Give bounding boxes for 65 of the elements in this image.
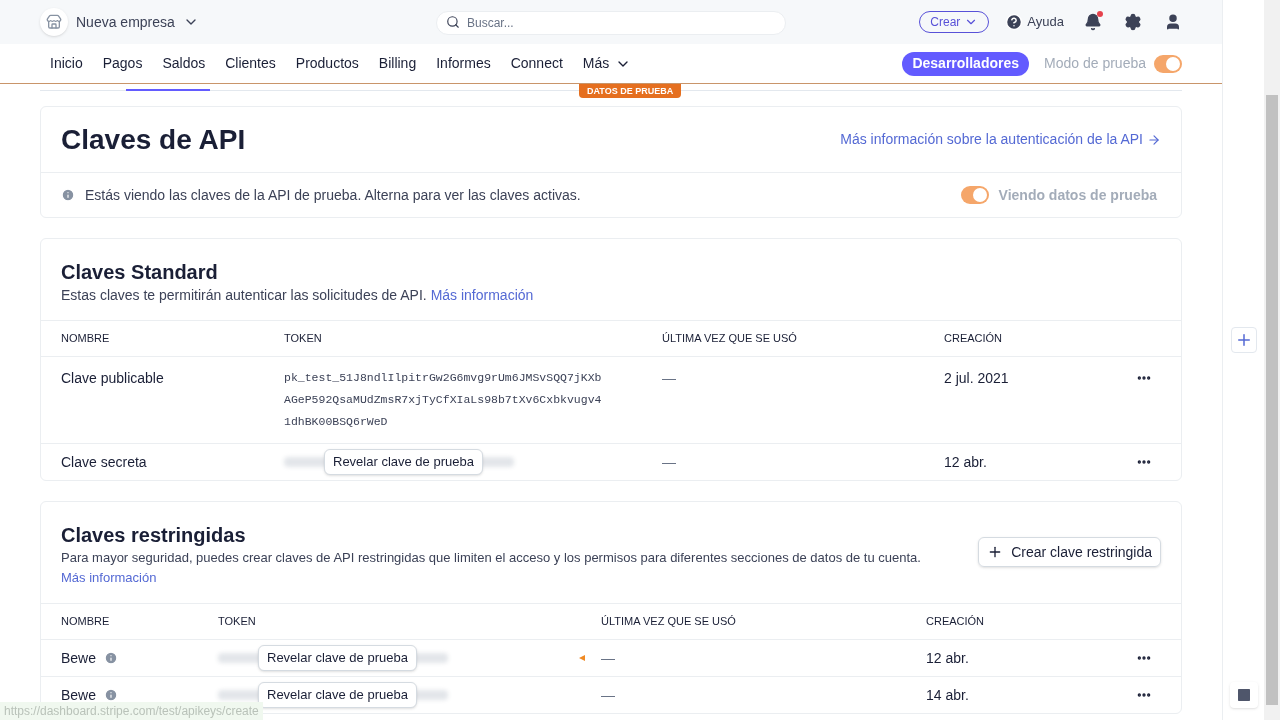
section-title: Claves Standard: [61, 260, 219, 285]
user-icon[interactable]: [1164, 13, 1182, 31]
column-header: TOKEN: [218, 614, 257, 630]
reveal-key-button[interactable]: Revelar clave de prueba: [324, 449, 483, 475]
section-description: Para mayor seguridad, puedes crear claves de API restringidas que limiten el acceso y los permisos para diferentes secciones de datos de tu cuenta. Más información: [61, 549, 922, 587]
created-cell-text: 12 abr.: [944, 453, 988, 472]
toggle-switch[interactable]: [1154, 54, 1182, 73]
last-used-cell-text: —: [662, 369, 677, 388]
nav-tab[interactable]: Saldos: [152, 53, 216, 74]
search-icon: [446, 15, 460, 29]
toggle-label: Viendo datos de prueba: [998, 185, 1157, 205]
key-name: Bewe: [61, 648, 97, 668]
created-cell-text: 2 jul. 2021: [944, 369, 1010, 388]
settings-icon[interactable]: [1124, 13, 1142, 31]
created-cell-text: 14 abr.: [926, 686, 970, 705]
info-icon: [104, 688, 119, 702]
help-button[interactable]: Ayuda: [1005, 12, 1064, 32]
key-name: Clave publicable: [61, 368, 164, 388]
bell-icon[interactable]: [1084, 13, 1102, 31]
test-data-badge: DATOS DE PRUEBA: [579, 84, 682, 98]
reveal-key-button[interactable]: Revelar clave de prueba: [258, 645, 417, 671]
reveal-key-button[interactable]: Revelar clave de prueba: [258, 682, 417, 708]
page-title: Claves de API: [61, 122, 246, 157]
column-header: NOMBRE: [61, 331, 111, 347]
nav-tab[interactable]: Informes: [426, 53, 501, 74]
nav-tab[interactable]: Inicio: [40, 53, 93, 74]
notice-text: Estás viendo las claves de la API de prueba. Alterna para ver las claves activas.: [85, 185, 581, 205]
api-auth-link[interactable]: Más información sobre la autenticación de la API: [840, 129, 1161, 150]
nav-tab[interactable]: Pagos: [92, 53, 153, 74]
toggle-switch[interactable]: [960, 186, 989, 204]
more-info-link[interactable]: Más información: [61, 570, 157, 585]
nav-tab[interactable]: Productos: [285, 53, 369, 74]
add-button[interactable]: [1230, 327, 1257, 353]
more-info-link[interactable]: Más información: [430, 287, 534, 303]
column-header: TOKEN: [284, 331, 323, 347]
token-text: pk_test_51J8ndlIlpitrGw2G6mvg9rUm6JMSvSQQ7jKXb AGeP592QsaMUdZmsR7xjTyCfXIaLs98b7tXv6Cxbkvugv4 1dhBK00BSQ6rWeD: [284, 370, 603, 430]
nav-tab[interactable]: Más: [572, 53, 642, 74]
triangle-icon: [579, 655, 585, 661]
section-description: Estas claves te permitirán autenticar las solicitudes de API. Más información: [61, 286, 535, 305]
scrollbar[interactable]: [1264, 0, 1280, 720]
nav-tab[interactable]: Clientes: [215, 53, 286, 74]
info-icon: [61, 188, 75, 202]
company-name[interactable]: Nueva empresa: [76, 11, 175, 33]
key-name: Bewe: [61, 685, 97, 705]
column-header: CREACIÓN: [944, 331, 1004, 347]
help-icon: [1005, 13, 1024, 31]
last-used-cell-text: —: [601, 649, 616, 668]
column-header: CREACIÓN: [926, 614, 986, 630]
search-field[interactable]: Buscar...: [436, 11, 786, 35]
test-mode-label: Modo de prueba: [1044, 54, 1146, 73]
create-restricted-key-button[interactable]: Crear clave restringida: [978, 537, 1161, 567]
column-header: ÚLTIMA VEZ QUE SE USÓ: [662, 331, 798, 347]
nav-tab[interactable]: Connect: [500, 53, 573, 74]
section-title: Claves restringidas: [61, 523, 247, 548]
info-icon: [104, 651, 119, 665]
store-icon[interactable]: [40, 8, 68, 36]
last-used-cell-text: —: [662, 453, 677, 472]
nav-tab[interactable]: Billing: [368, 53, 427, 74]
developers-button[interactable]: Desarrolladores: [902, 51, 1030, 76]
last-used-cell-text: —: [601, 686, 616, 705]
terminal-button[interactable]: [1229, 682, 1258, 708]
column-header: ÚLTIMA VEZ QUE SE USÓ: [601, 614, 737, 630]
key-name: Clave secreta: [61, 452, 147, 472]
column-header: NOMBRE: [61, 614, 111, 630]
created-cell-text: 12 abr.: [926, 649, 970, 668]
